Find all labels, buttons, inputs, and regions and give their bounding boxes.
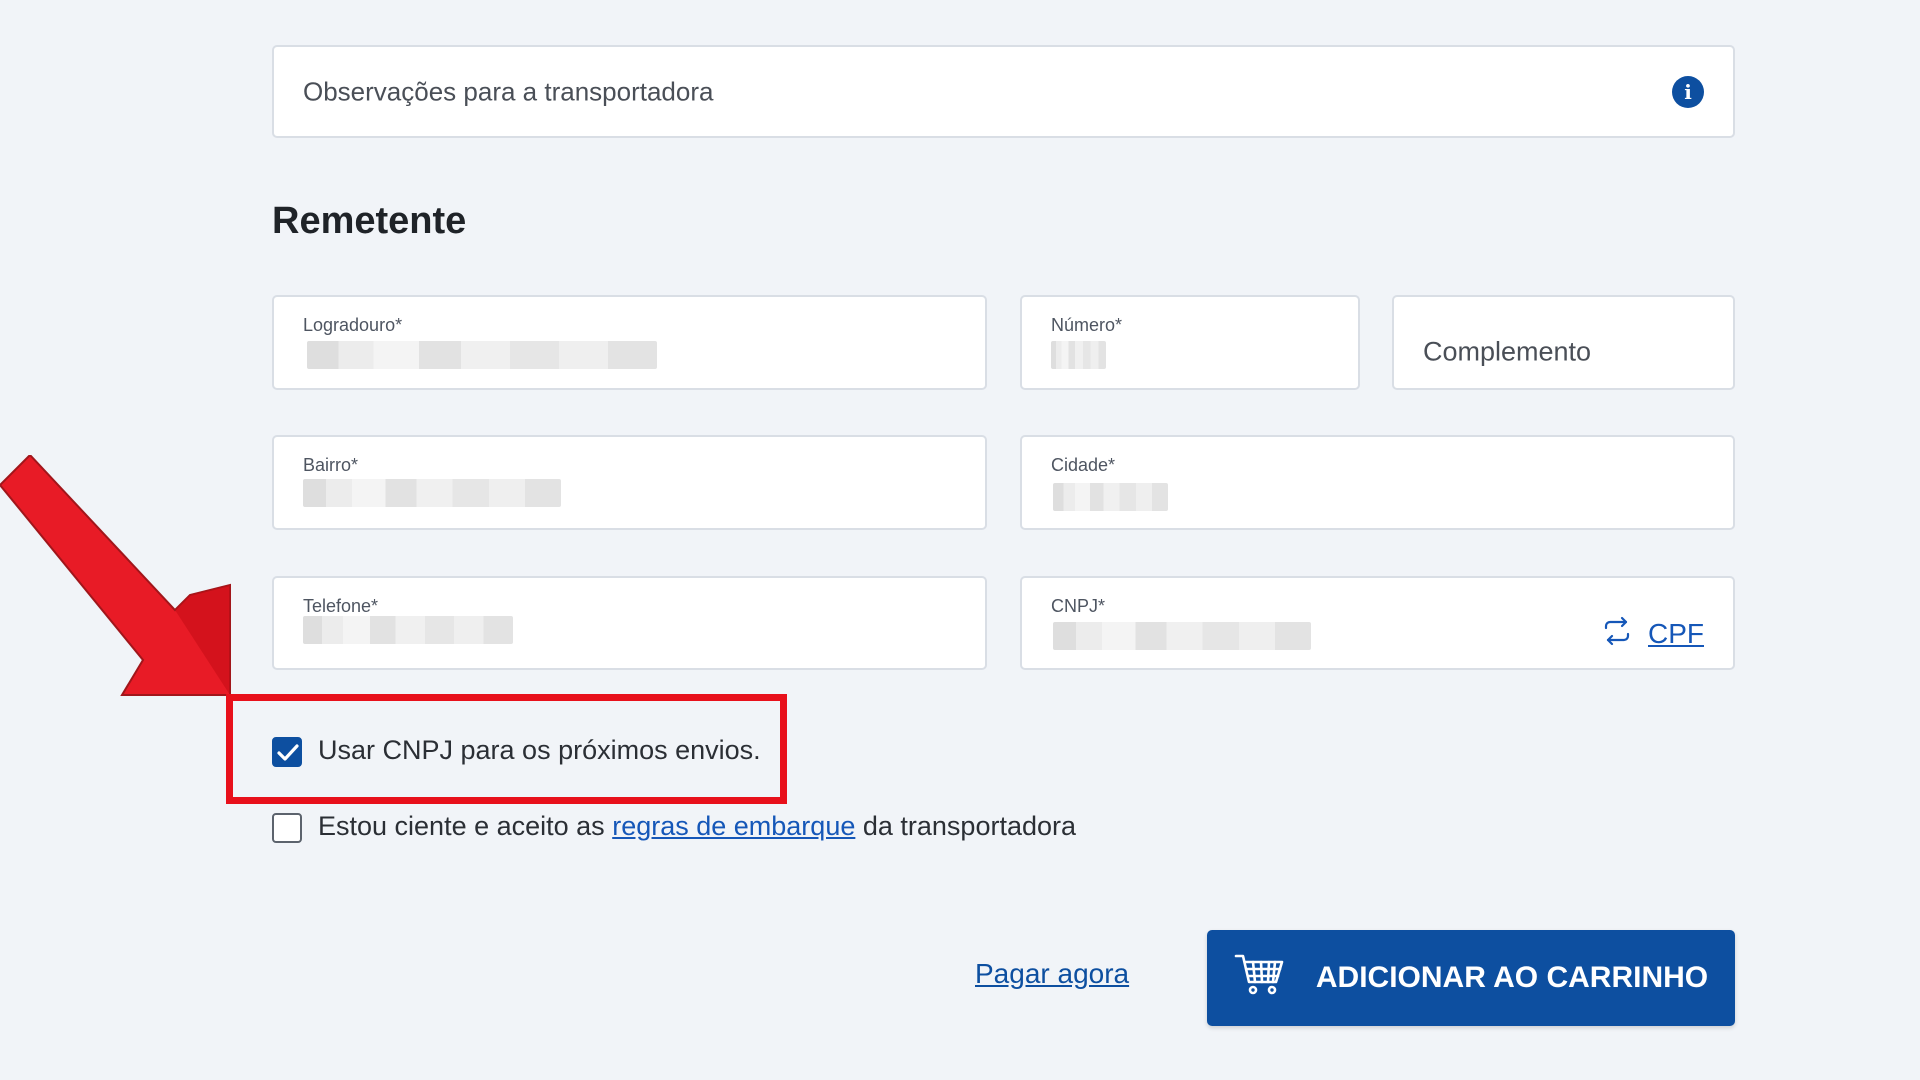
- telefone-field[interactable]: Telefone*: [272, 576, 987, 670]
- regras-de-embarque-link[interactable]: regras de embarque: [612, 811, 855, 841]
- shipping-notes-placeholder: Observações para a transportadora: [303, 76, 714, 106]
- cidade-field[interactable]: Cidade*: [1020, 435, 1735, 530]
- cpf-toggle-label[interactable]: CPF: [1648, 618, 1704, 650]
- swap-icon[interactable]: [1602, 616, 1632, 651]
- logradouro-label: Logradouro*: [303, 315, 403, 335]
- shipping-form-page: Observações para a transportadora i Reme…: [0, 0, 1920, 1080]
- numero-value-redacted: [1051, 341, 1106, 369]
- cidade-label: Cidade*: [1051, 455, 1116, 475]
- accept-rules-label: Estou ciente e aceito as regras de embar…: [318, 811, 1076, 842]
- cnpj-field[interactable]: CNPJ* CPF: [1020, 576, 1735, 670]
- complemento-placeholder: Complemento: [1423, 336, 1592, 367]
- add-to-cart-label: ADICIONAR AO CARRINHO: [1315, 961, 1709, 994]
- logradouro-field[interactable]: Logradouro*: [272, 295, 987, 390]
- pay-now-link[interactable]: Pagar agora: [975, 958, 1129, 990]
- cnpj-label: CNPJ*: [1051, 596, 1106, 616]
- red-arrow-annotation: [0, 455, 231, 696]
- telefone-label: Telefone*: [303, 596, 379, 616]
- bairro-value-redacted: [303, 479, 561, 507]
- numero-label: Número*: [1051, 315, 1123, 335]
- bairro-field[interactable]: Bairro*: [272, 435, 987, 530]
- cnpj-value-redacted: [1053, 622, 1311, 650]
- logradouro-value-redacted: [307, 341, 657, 369]
- complemento-field[interactable]: Complemento: [1392, 295, 1735, 390]
- accept-rules-text-after: da transportadora: [862, 811, 1077, 841]
- accept-rules-text-before: Estou ciente e aceito as: [318, 811, 605, 841]
- section-title-remetente: Remetente: [272, 200, 467, 242]
- cidade-value-redacted: [1053, 483, 1168, 511]
- telefone-value-redacted: [303, 616, 513, 644]
- shipping-notes-field[interactable]: Observações para a transportadora i: [272, 45, 1735, 138]
- use-cnpj-checkbox[interactable]: [272, 737, 302, 767]
- add-to-cart-button[interactable]: ADICIONAR AO CARRINHO: [1207, 930, 1735, 1026]
- numero-field[interactable]: Número*: [1020, 295, 1360, 390]
- use-cnpj-label[interactable]: Usar CNPJ para os próximos envios.: [318, 735, 761, 766]
- bairro-label: Bairro*: [303, 455, 359, 475]
- accept-rules-checkbox[interactable]: [272, 813, 302, 843]
- cart-icon: [1234, 952, 1286, 1004]
- cpf-toggle[interactable]: CPF: [1602, 616, 1704, 651]
- info-icon[interactable]: i: [1672, 75, 1704, 108]
